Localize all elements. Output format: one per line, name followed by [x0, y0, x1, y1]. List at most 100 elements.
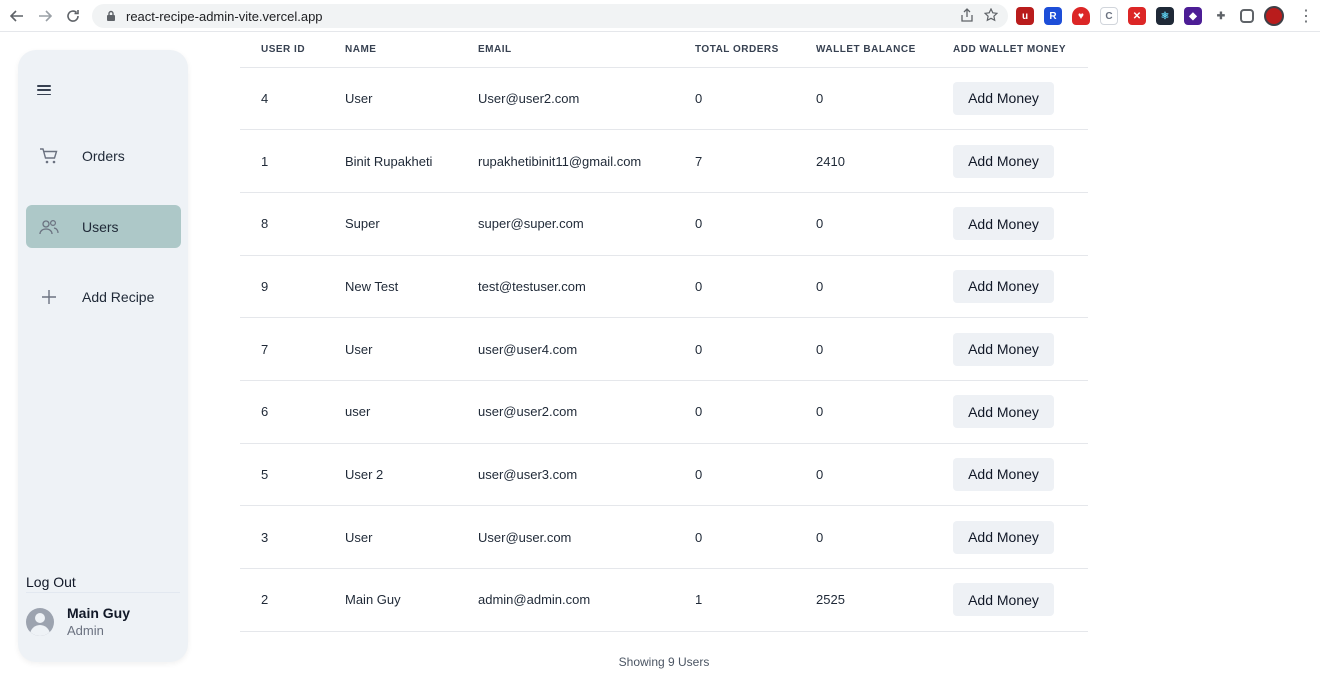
table-row: 6 user user@user2.com 0 0 Add Money [240, 380, 1088, 444]
cell-total-orders: 0 [695, 255, 816, 319]
puzzle-extensions-icon[interactable]: ✚ [1212, 7, 1230, 25]
cell-email: super@super.com [478, 192, 695, 256]
cell-total-orders: 0 [695, 317, 816, 381]
column-header-name: NAME [345, 32, 478, 68]
cell-name: New Test [345, 255, 478, 319]
column-header-email: EMAIL [478, 32, 695, 68]
cell-name: User [345, 505, 478, 569]
cell-name: User 2 [345, 443, 478, 507]
add-money-button[interactable]: Add Money [953, 207, 1054, 241]
cell-email: user@user4.com [478, 317, 695, 381]
add-money-button[interactable]: Add Money [953, 395, 1054, 429]
add-money-button[interactable]: Add Money [953, 457, 1054, 491]
table-row: 8 Super super@super.com 0 0 Add Money [240, 192, 1088, 256]
table-row: 4 User User@user2.com 0 0 Add Money [240, 67, 1088, 131]
add-money-button[interactable]: Add Money [953, 144, 1054, 178]
bookmark-star-icon[interactable] [983, 7, 999, 25]
user-name: Main Guy [67, 605, 131, 621]
divider [26, 592, 180, 593]
cell-wallet-balance: 2525 [816, 568, 953, 632]
cell-wallet-balance: 0 [816, 505, 953, 569]
cell-user-id: 6 [240, 380, 345, 444]
extensions-bar: u R ♥ C ✕ ⚛ ◆ ✚ ⋮ [1016, 6, 1314, 26]
add-money-button[interactable]: Add Money [953, 81, 1054, 115]
cell-action: Add Money [953, 380, 1088, 444]
cell-wallet-balance: 0 [816, 192, 953, 256]
cell-wallet-balance: 0 [816, 67, 953, 131]
cell-email: test@testuser.com [478, 255, 695, 319]
cell-action: Add Money [953, 317, 1088, 381]
cell-email: user@user3.com [478, 443, 695, 507]
hamburger-menu-icon[interactable] [37, 83, 51, 97]
purple-extension-icon[interactable]: ◆ [1184, 7, 1202, 25]
table-row: 3 User User@user.com 0 0 Add Money [240, 505, 1088, 569]
column-header-total-orders: TOTAL ORDERS [695, 32, 816, 68]
ublock-extension-icon[interactable]: u [1016, 7, 1034, 25]
add-money-button[interactable]: Add Money [953, 520, 1054, 554]
share-icon[interactable] [960, 7, 974, 25]
cell-user-id: 1 [240, 129, 345, 193]
cell-email: rupakhetibinit11@gmail.com [478, 129, 695, 193]
cell-user-id: 9 [240, 255, 345, 319]
reload-button[interactable] [62, 5, 84, 27]
avatar [26, 607, 54, 636]
cell-action: Add Money [953, 255, 1088, 319]
cell-total-orders: 0 [695, 380, 816, 444]
side-panel-icon[interactable] [1240, 9, 1254, 23]
forward-button[interactable] [34, 5, 56, 27]
cell-email: User@user.com [478, 505, 695, 569]
sidebar-item-orders[interactable]: Orders [26, 134, 181, 177]
reload-icon [67, 9, 79, 22]
cell-wallet-balance: 2410 [816, 129, 953, 193]
blue-extension-icon[interactable]: R [1044, 7, 1062, 25]
plus-icon [38, 286, 60, 308]
users-table: USER ID NAME EMAIL TOTAL ORDERS WALLET B… [240, 32, 1088, 632]
sidebar-item-label: Add Recipe [82, 288, 155, 305]
table-row: 1 Binit Rupakheti rupakhetibinit11@gmail… [240, 129, 1088, 193]
column-header-add-wallet-money: ADD WALLET MONEY [953, 32, 1088, 68]
sidebar-item-users[interactable]: Users [26, 205, 181, 248]
arrow-left-icon [10, 9, 23, 22]
add-money-button[interactable]: Add Money [953, 332, 1054, 366]
address-bar[interactable]: react-recipe-admin-vite.vercel.app [92, 4, 1008, 28]
column-header-wallet-balance: WALLET BALANCE [816, 32, 953, 68]
users-icon [38, 216, 60, 238]
cell-total-orders: 0 [695, 505, 816, 569]
table-row: 9 New Test test@testuser.com 0 0 Add Mon… [240, 255, 1088, 319]
cell-action: Add Money [953, 443, 1088, 507]
more-menu-icon[interactable]: ⋮ [1298, 6, 1314, 26]
users-count-text: Showing 9 Users [618, 655, 710, 669]
cell-user-id: 8 [240, 192, 345, 256]
cell-name: Binit Rupakheti [345, 129, 478, 193]
cell-wallet-balance: 0 [816, 317, 953, 381]
cell-action: Add Money [953, 192, 1088, 256]
table-row: 7 User user@user4.com 0 0 Add Money [240, 317, 1088, 381]
sidebar-item-add-recipe[interactable]: Add Recipe [26, 275, 181, 318]
url-text: react-recipe-admin-vite.vercel.app [126, 8, 323, 24]
sidebar-item-label: Users [82, 218, 119, 235]
user-role: Admin [67, 623, 104, 638]
cell-email: admin@admin.com [478, 568, 695, 632]
cell-email: User@user2.com [478, 67, 695, 131]
lock-icon [104, 9, 118, 23]
table-row: 5 User 2 user@user3.com 0 0 Add Money [240, 443, 1088, 507]
react-devtools-icon[interactable]: ⚛ [1156, 7, 1174, 25]
cell-wallet-balance: 0 [816, 380, 953, 444]
css-extension-icon[interactable]: C [1100, 7, 1118, 25]
column-header-user-id: USER ID [240, 32, 345, 68]
cell-name: User [345, 317, 478, 381]
logout-button[interactable]: Log Out [26, 574, 76, 590]
cell-total-orders: 0 [695, 443, 816, 507]
profile-avatar[interactable] [1264, 6, 1284, 26]
table-row: 2 Main Guy admin@admin.com 1 2525 Add Mo… [240, 568, 1088, 632]
add-money-button[interactable]: Add Money [953, 269, 1054, 303]
users-table-container: USER ID NAME EMAIL TOTAL ORDERS WALLET B… [240, 32, 1088, 632]
shield-extension-icon[interactable]: ♥ [1072, 7, 1090, 25]
cell-wallet-balance: 0 [816, 255, 953, 319]
cell-wallet-balance: 0 [816, 443, 953, 507]
cell-action: Add Money [953, 129, 1088, 193]
thumbs-down-extension-icon[interactable]: ✕ [1128, 7, 1146, 25]
cell-total-orders: 1 [695, 568, 816, 632]
add-money-button[interactable]: Add Money [953, 583, 1054, 617]
back-button[interactable] [6, 5, 28, 27]
